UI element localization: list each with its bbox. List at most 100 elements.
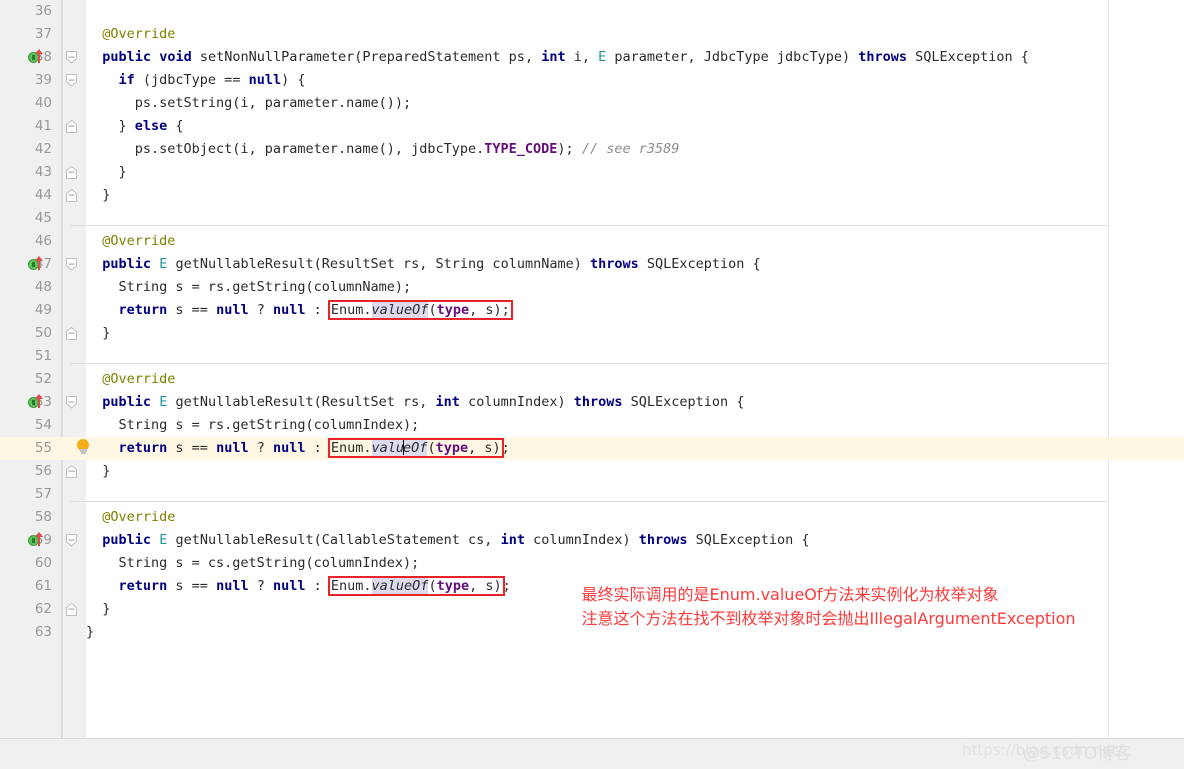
code-line[interactable]: 58 @Override bbox=[0, 506, 1184, 529]
code-line[interactable]: 49 return s == null ? null : Enum.valueO… bbox=[0, 299, 1184, 322]
line-number: 36 bbox=[34, 3, 52, 19]
line-number: 56 bbox=[34, 463, 52, 479]
code-token: getNullableResult(ResultSet rs, bbox=[167, 394, 436, 410]
code-fold-toggle[interactable] bbox=[65, 533, 80, 550]
code-token: SQLException { bbox=[907, 49, 1029, 65]
code-line[interactable]: 59 public E getNullableResult(CallableSt… bbox=[0, 529, 1184, 552]
code-token: ); bbox=[557, 141, 582, 157]
code-token: null bbox=[272, 302, 306, 318]
code-line[interactable]: 53 public E getNullableResult(ResultSet … bbox=[0, 391, 1184, 414]
code-fold-toggle[interactable] bbox=[65, 602, 80, 619]
code-fold-toggle[interactable] bbox=[65, 73, 80, 90]
code-line[interactable]: 51 bbox=[0, 345, 1184, 368]
code-text: public void setNonNullParameter(Prepared… bbox=[86, 46, 1029, 69]
code-token: } bbox=[86, 325, 111, 341]
code-token: int bbox=[435, 394, 460, 410]
code-token: } bbox=[86, 118, 135, 134]
code-token: Enum. bbox=[330, 302, 372, 318]
annotation-line-2: 注意这个方法在找不到枚举对象时会抛出IllegalArgumentExcepti… bbox=[551, 580, 1076, 658]
code-token: } bbox=[86, 187, 111, 203]
code-line[interactable]: 46 @Override bbox=[0, 230, 1184, 253]
code-line[interactable]: 38 public void setNonNullParameter(Prepa… bbox=[0, 46, 1184, 69]
intention-lightbulb-icon[interactable] bbox=[76, 439, 91, 458]
code-fold-toggle[interactable] bbox=[65, 50, 80, 67]
code-fold-toggle[interactable] bbox=[65, 326, 80, 343]
code-token: SQLException { bbox=[687, 532, 810, 548]
code-token: TYPE_CODE bbox=[484, 141, 558, 157]
line-number: 61 bbox=[34, 578, 52, 594]
code-token: columnIndex) bbox=[459, 394, 574, 410]
code-line[interactable]: 42 ps.setObject(i, parameter.name(), jdb… bbox=[0, 138, 1184, 161]
line-number: 41 bbox=[34, 118, 52, 134]
breadcrumb[interactable]: EnumTypeHandler>getNullableResult() bbox=[72, 739, 361, 769]
code-text: return s == null ? null : Enum.valueOf(t… bbox=[86, 299, 513, 322]
line-number: 37 bbox=[34, 26, 52, 42]
code-text: } bbox=[86, 322, 110, 345]
line-number: 60 bbox=[34, 555, 52, 571]
code-line[interactable]: 37 @Override bbox=[0, 23, 1184, 46]
code-token: null bbox=[248, 72, 282, 88]
code-line[interactable]: 47 public E getNullableResult(ResultSet … bbox=[0, 253, 1184, 276]
method-separator bbox=[70, 363, 1108, 364]
code-token: public bbox=[102, 49, 152, 65]
code-token: s == bbox=[167, 440, 217, 456]
code-token: } bbox=[86, 463, 111, 479]
code-line[interactable]: 57 bbox=[0, 483, 1184, 506]
code-fold-toggle[interactable] bbox=[65, 257, 80, 274]
code-token: else bbox=[134, 118, 168, 134]
line-number: 39 bbox=[34, 72, 52, 88]
code-line[interactable]: 50 } bbox=[0, 322, 1184, 345]
line-number: 40 bbox=[34, 95, 52, 111]
code-token: setNonNullParameter(PreparedStatement ps… bbox=[191, 49, 542, 65]
code-fold-toggle[interactable] bbox=[65, 188, 80, 205]
code-line[interactable]: 56 } bbox=[0, 460, 1184, 483]
code-line[interactable]: 54 String s = rs.getString(columnIndex); bbox=[0, 414, 1184, 437]
code-line[interactable]: 45 bbox=[0, 207, 1184, 230]
code-token: int bbox=[541, 49, 566, 65]
code-token: SQLException { bbox=[622, 394, 745, 410]
code-line[interactable]: 43 } bbox=[0, 161, 1184, 184]
line-number: 57 bbox=[34, 486, 52, 502]
override-method-icon[interactable] bbox=[28, 394, 46, 412]
ide-code-editor-window: 36 37 @Override 38 public void setNonNullP… bbox=[0, 0, 1184, 769]
override-method-icon[interactable] bbox=[28, 532, 46, 550]
code-token: , s) bbox=[469, 578, 502, 594]
code-fold-toggle[interactable] bbox=[65, 165, 80, 182]
code-token: } bbox=[86, 164, 127, 180]
code-line[interactable]: 52 @Override bbox=[0, 368, 1184, 391]
code-token: return bbox=[118, 578, 168, 594]
code-line[interactable]: 55 return s == null ? null : Enum.valueO… bbox=[0, 437, 1184, 460]
code-fold-toggle[interactable] bbox=[65, 395, 80, 412]
editor-viewport[interactable]: 36 37 @Override 38 public void setNonNullP… bbox=[0, 0, 1184, 738]
code-token: void bbox=[159, 49, 192, 65]
code-line[interactable]: 36 bbox=[0, 0, 1184, 23]
code-token: ; bbox=[502, 578, 511, 594]
code-token: String s = rs.getString(columnIndex); bbox=[86, 417, 420, 433]
code-token: ) { bbox=[281, 72, 306, 88]
code-token: ? bbox=[248, 440, 273, 456]
code-token: ps.setObject(i, parameter.name(), jdbcTy… bbox=[86, 141, 485, 157]
code-token: Enum. bbox=[330, 440, 372, 456]
code-text: return s == null ? null : Enum.valueOf(t… bbox=[86, 437, 510, 460]
code-line[interactable]: 41 } else { bbox=[0, 115, 1184, 138]
code-line[interactable]: 39 if (jdbcType == null) { bbox=[0, 69, 1184, 92]
code-line[interactable]: 48 String s = rs.getString(columnName); bbox=[0, 276, 1184, 299]
code-fold-toggle[interactable] bbox=[65, 119, 80, 136]
line-number: 42 bbox=[34, 141, 52, 157]
override-method-icon[interactable] bbox=[28, 256, 46, 274]
code-token: String s = rs.getString(columnName); bbox=[86, 279, 412, 295]
code-line[interactable]: 44 } bbox=[0, 184, 1184, 207]
text-caret bbox=[403, 440, 405, 455]
code-token: s == bbox=[167, 302, 217, 318]
code-line[interactable]: 40 ps.setString(i, parameter.name()); bbox=[0, 92, 1184, 115]
code-token: public bbox=[102, 256, 152, 272]
code-token: @Override bbox=[102, 26, 176, 42]
code-fold-toggle[interactable] bbox=[65, 464, 80, 481]
override-method-icon[interactable] bbox=[28, 49, 46, 67]
